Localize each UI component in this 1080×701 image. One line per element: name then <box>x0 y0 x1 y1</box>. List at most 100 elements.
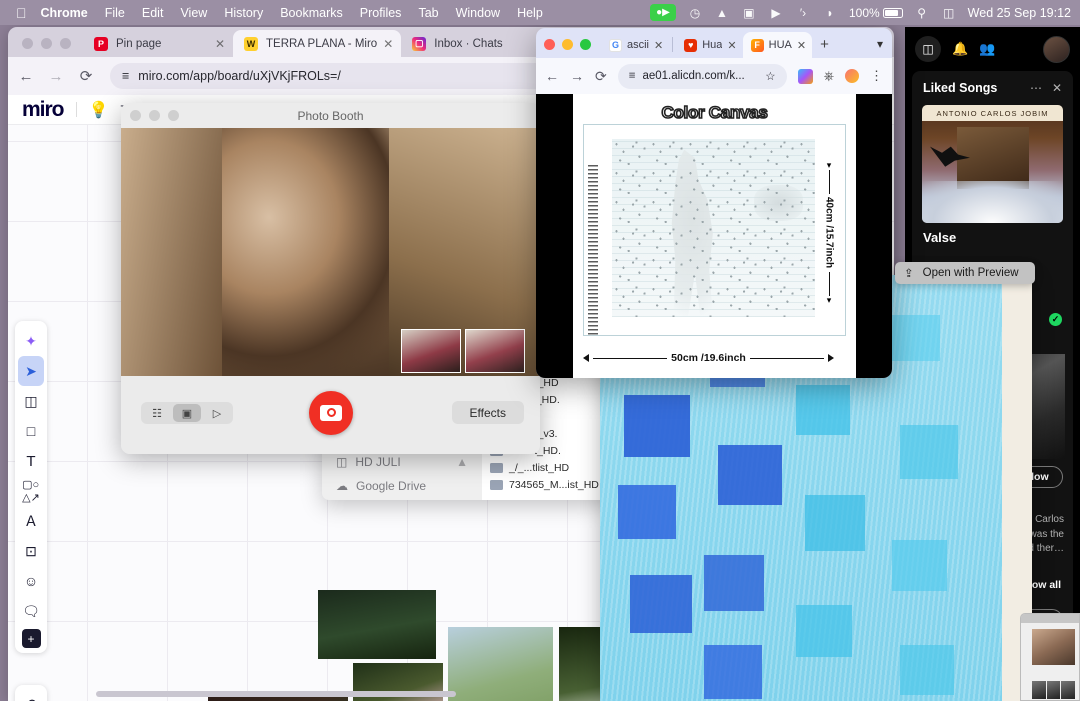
liked-check-icon[interactable]: ✓ <box>1049 313 1062 326</box>
tab-hua-image[interactable]: F HUA ✕ <box>742 32 813 58</box>
menu-bar-clock[interactable]: Wed 25 Sep 19:12 <box>968 6 1071 20</box>
camera-recording-icon[interactable]: ●▶ <box>649 4 676 21</box>
panel-header[interactable]: Liked Songs ⋯ ✕ <box>912 71 1073 103</box>
star-icon[interactable]: ☆ <box>765 69 775 83</box>
maximize-window-button[interactable] <box>168 110 179 121</box>
chrome-window-alicdn[interactable]: G ascii ✕ ♥ Hua ✕ F HUA ✕ + ▾ ← → ⟳ ≡ ae… <box>536 28 892 378</box>
close-tab-icon[interactable]: ✕ <box>215 37 225 51</box>
macos-menu-bar[interactable]:  Chrome File Edit View History Bookmark… <box>0 0 1080 25</box>
address-bar[interactable]: ≡ ae01.alicdn.com/k... ☆ <box>617 63 787 89</box>
more-options-icon[interactable]: ⋯ <box>1030 81 1042 95</box>
miro-toolbar[interactable]: ✦ ➤ ◫ □ T ▢○ △↗ Ａ ⊡ ☺ 🗨 + <box>15 321 47 653</box>
maximize-window-button[interactable] <box>60 38 71 49</box>
close-window-button[interactable] <box>544 39 555 50</box>
forward-button[interactable]: → <box>570 68 584 84</box>
chrome-tab-strip[interactable]: G ascii ✕ ♥ Hua ✕ F HUA ✕ + ▾ <box>536 28 892 58</box>
thumbnail-photo[interactable] <box>465 329 525 373</box>
tab-inbox-chats[interactable]: ▢ Inbox · Chats <box>401 30 551 57</box>
bluetooth-icon[interactable]: ′› <box>795 6 811 20</box>
extensions-puzzle-icon[interactable]: ⎈ <box>824 68 834 84</box>
undo-icon[interactable]: ↶ <box>18 689 44 701</box>
board-image-white-plant[interactable] <box>559 627 601 701</box>
extension-colorful-icon[interactable] <box>797 68 813 84</box>
window-traffic-lights[interactable] <box>544 39 601 58</box>
camera-shutter-button[interactable] <box>308 391 353 435</box>
tune-icon[interactable]: ≡ <box>122 69 129 83</box>
close-icon[interactable]: ✕ <box>1052 81 1062 95</box>
miro-logo[interactable]: miro <box>22 98 65 122</box>
window-traffic-lights[interactable] <box>130 103 179 128</box>
lightbulb-icon[interactable]: 💡 <box>89 100 109 120</box>
more-apps-tool[interactable]: + <box>21 629 41 648</box>
display-icon[interactable]: ▣ <box>741 6 757 20</box>
window-traffic-lights[interactable] <box>14 38 83 57</box>
menu-item-tab[interactable]: Tab <box>418 6 438 20</box>
chrome-toolbar[interactable]: ← → ⟳ ≡ ae01.alicdn.com/k... ☆ ⎈ ⋮ <box>536 58 892 94</box>
menu-item-profiles[interactable]: Profiles <box>360 6 402 20</box>
dropbox-icon[interactable]: ▲ <box>714 6 730 20</box>
close-tab-icon[interactable]: ✕ <box>383 37 393 51</box>
minimize-window-button[interactable] <box>41 38 52 49</box>
spotify-header[interactable]: ◫ 🔔 👥 <box>905 27 1080 71</box>
photo-booth-window[interactable]: Photo Booth ☷ ▣ ▷ Effects <box>121 103 540 454</box>
comment-tool[interactable]: 🗨 <box>18 596 44 626</box>
control-center-icon[interactable]: ◫ <box>941 6 957 20</box>
bell-icon[interactable]: 🔔 <box>952 41 968 57</box>
sidebar-item-google-drive[interactable]: ☁ Google Drive <box>322 474 482 498</box>
text-tool[interactable]: T <box>18 446 44 476</box>
sticker-tool[interactable]: ☺ <box>18 566 44 596</box>
miro-undo-redo-group[interactable]: ↶ ↷ <box>15 685 47 701</box>
photo-booth-thumbnails[interactable] <box>401 329 525 373</box>
effects-button[interactable]: Effects <box>451 401 524 424</box>
friend-activity-icon[interactable]: 👥 <box>979 41 995 57</box>
list-item[interactable]: _/_...tlist_HD <box>482 459 617 476</box>
time-machine-icon[interactable]: ◷ <box>687 6 703 20</box>
photo-booth-controls[interactable]: ☷ ▣ ▷ Effects <box>121 329 540 454</box>
thumbnail-photo[interactable] <box>401 329 461 373</box>
board-image-horse[interactable] <box>318 590 436 659</box>
pen-tool[interactable]: Ａ <box>18 506 44 536</box>
minimize-window-button[interactable] <box>562 39 573 50</box>
menu-bar-status-area[interactable]: ●▶ ◷ ▲ ▣ ▶ ′› ◗ 100% ⚲ ◫ Wed 25 Sep 19:1… <box>649 4 1080 21</box>
battery-status[interactable]: 100% <box>849 6 903 20</box>
back-button[interactable]: ← <box>545 68 559 84</box>
templates-tool[interactable]: ◫ <box>18 386 44 416</box>
single-photo-mode[interactable]: ▣ <box>173 404 201 422</box>
close-tab-icon[interactable]: ✕ <box>727 39 736 52</box>
forward-button[interactable]: → <box>48 68 64 85</box>
play-icon[interactable]: ▶ <box>768 6 784 20</box>
horizontal-scrollbar[interactable] <box>96 691 456 697</box>
tab-terra-plana-miro[interactable]: W TERRA PLANA - Miro ✕ <box>233 30 402 57</box>
board-image-blue-stars[interactable] <box>448 627 553 701</box>
photo-booth-mode-selector[interactable]: ☷ ▣ ▷ <box>141 402 233 424</box>
four-up-photos-mode[interactable]: ☷ <box>143 404 171 422</box>
menu-item-edit[interactable]: Edit <box>142 6 164 20</box>
reload-button[interactable]: ⟳ <box>78 67 94 85</box>
back-button[interactable]: ← <box>18 68 34 85</box>
close-tab-icon[interactable]: ✕ <box>654 39 663 52</box>
minimize-window-button[interactable] <box>149 110 160 121</box>
list-item[interactable]: 734565_M...ist_HD <box>482 476 617 493</box>
mini-window-title-bar[interactable] <box>1021 614 1079 623</box>
menu-item-history[interactable]: History <box>224 6 263 20</box>
menu-item-window[interactable]: Window <box>456 6 500 20</box>
new-tab-button[interactable]: + <box>812 36 837 58</box>
frame-tool[interactable]: ⊡ <box>18 536 44 566</box>
search-icon[interactable]: ⚲ <box>914 6 930 20</box>
close-window-button[interactable] <box>130 110 141 121</box>
reload-button[interactable]: ⟳ <box>595 68 607 85</box>
album-artwork[interactable]: ANTONIO CARLOS JOBIM Urubu <box>922 105 1063 223</box>
menu-item-bookmarks[interactable]: Bookmarks <box>280 6 343 20</box>
library-icon[interactable]: ◫ <box>915 36 941 62</box>
tab-hua-aliexpress[interactable]: ♥ Hua ✕ <box>676 32 742 58</box>
maximize-window-button[interactable] <box>580 39 591 50</box>
select-tool[interactable]: ➤ <box>18 356 44 386</box>
tune-icon[interactable]: ≡ <box>629 70 636 82</box>
track-title[interactable]: Valse <box>912 223 1073 245</box>
tab-pin-page[interactable]: P Pin page ✕ <box>83 30 233 57</box>
apple-logo-icon[interactable]:  <box>16 6 27 20</box>
sticky-note-tool[interactable]: □ <box>18 416 44 446</box>
profile-icon[interactable] <box>845 69 859 83</box>
movie-mode[interactable]: ▷ <box>203 404 231 422</box>
menu-item-chrome[interactable]: Chrome <box>41 6 88 20</box>
